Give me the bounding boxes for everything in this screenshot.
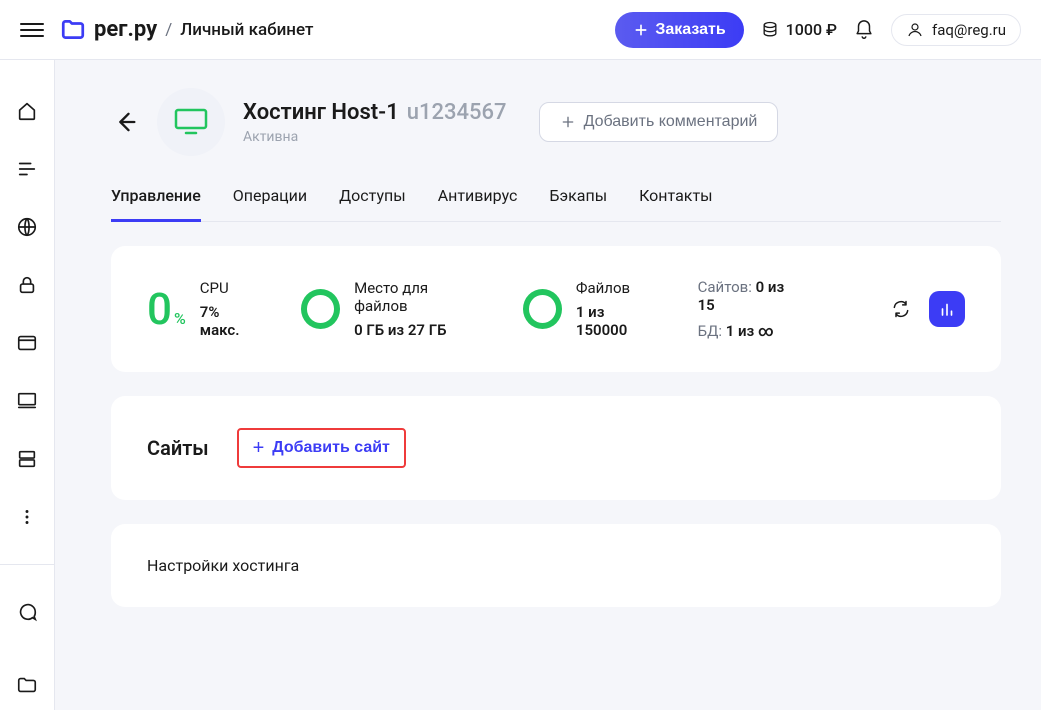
main-content: Хостинг Host-1 u1234567 Активна Добавить… — [55, 60, 1041, 607]
tab-contacts[interactable]: Контакты — [639, 186, 712, 222]
tab-antivirus[interactable]: Антивирус — [438, 186, 518, 222]
sites-title: Сайты — [147, 436, 209, 460]
bell-icon[interactable] — [853, 19, 875, 41]
window-icon[interactable] — [16, 332, 38, 354]
chat-icon[interactable] — [16, 601, 38, 623]
ring-icon — [523, 289, 562, 329]
cpu-percent-sign: % — [174, 309, 186, 328]
sites-label: Сайтов: — [698, 278, 752, 296]
logo[interactable]: рег.ру / Личный кабинет — [60, 17, 313, 43]
hosting-icon — [174, 108, 208, 136]
storage-value: 0 ГБ из 27 ГБ — [354, 321, 482, 339]
chart-icon — [938, 300, 956, 318]
refresh-button[interactable] — [883, 291, 919, 327]
add-comment-button[interactable]: Добавить комментарий — [539, 102, 779, 142]
stats-actions — [883, 291, 965, 327]
page-title: Хостинг Host-1 — [243, 100, 399, 125]
files-stat: Файлов 1 из 150000 — [523, 279, 658, 339]
back-button[interactable] — [111, 108, 139, 136]
files-value: 1 из 150000 — [576, 303, 658, 339]
stats-button[interactable] — [929, 291, 965, 327]
add-comment-label: Добавить комментарий — [584, 113, 758, 131]
user-icon — [906, 21, 924, 39]
page-title-id: u1234567 — [407, 100, 507, 125]
home-icon[interactable] — [16, 100, 38, 122]
settings-card: Настройки хостинга — [111, 524, 1001, 607]
logo-subtitle: Личный кабинет — [180, 20, 313, 40]
logo-text: рег.ру — [94, 17, 157, 42]
add-site-label: Добавить сайт — [272, 439, 390, 457]
service-status: Активна — [243, 129, 507, 145]
cpu-stat: 0 % CPU 7% макс. — [147, 279, 261, 339]
menu-button[interactable] — [20, 18, 44, 42]
plus-icon — [560, 114, 576, 130]
plus-icon: + — [253, 438, 265, 458]
cpu-sub: 7% макс. — [200, 303, 261, 339]
folder-logo-icon — [60, 17, 86, 43]
top-header: рег.ру / Личный кабинет Заказать 1000 ₽ … — [0, 0, 1041, 60]
service-avatar — [157, 88, 225, 156]
files-label: Файлов — [576, 279, 658, 297]
cpu-label: CPU — [200, 279, 261, 297]
tabs: Управление Операции Доступы Антивирус Бэ… — [111, 186, 1001, 222]
plus-icon — [633, 22, 649, 38]
stats-card: 0 % CPU 7% макс. Место для файлов 0 ГБ и… — [111, 246, 1001, 372]
lock-icon[interactable] — [16, 274, 38, 296]
storage-stat: Место для файлов 0 ГБ из 27 ГБ — [301, 279, 483, 339]
balance-value: 1000 ₽ — [786, 20, 837, 39]
sidebar — [0, 60, 55, 710]
ring-icon — [301, 289, 340, 329]
storage-label: Место для файлов — [354, 279, 482, 315]
globe-icon[interactable] — [16, 216, 38, 238]
balance-display[interactable]: 1000 ₽ — [760, 20, 837, 40]
sites-card: Сайты + Добавить сайт — [111, 396, 1001, 500]
cpu-value: 0 — [147, 283, 172, 335]
tab-operations[interactable]: Операции — [233, 186, 307, 222]
tab-manage[interactable]: Управление — [111, 186, 201, 222]
coins-icon — [760, 20, 780, 40]
monitor-icon[interactable] — [16, 390, 38, 412]
page-header: Хостинг Host-1 u1234567 Активна Добавить… — [111, 88, 1001, 156]
account-email: faq@reg.ru — [932, 21, 1006, 39]
refresh-icon — [891, 299, 911, 319]
add-site-button[interactable]: + Добавить сайт — [237, 428, 406, 468]
tab-backups[interactable]: Бэкапы — [549, 186, 607, 222]
more-icon[interactable] — [16, 506, 38, 528]
settings-title: Настройки хостинга — [147, 556, 299, 575]
server-icon[interactable] — [16, 448, 38, 470]
list-icon[interactable] — [16, 158, 38, 180]
order-button[interactable]: Заказать — [615, 12, 743, 48]
folder-icon[interactable] — [16, 674, 38, 696]
db-value: 1 из ∞ — [726, 322, 774, 340]
db-label: БД: — [698, 322, 722, 340]
sites-db-stat: Сайтов: 0 из 15 БД: 1 из ∞ — [698, 278, 803, 340]
account-menu[interactable]: faq@reg.ru — [891, 14, 1021, 46]
logo-separator: / — [165, 20, 172, 40]
tab-access[interactable]: Доступы — [339, 186, 406, 222]
order-button-label: Заказать — [655, 21, 725, 39]
